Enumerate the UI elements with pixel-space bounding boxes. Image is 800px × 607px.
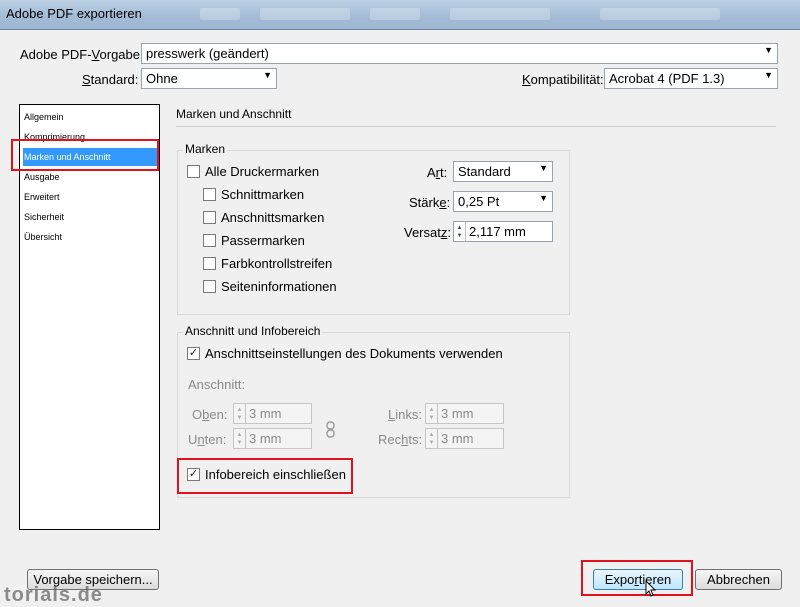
spin-arrows-icon[interactable]: ▲ ▼ (454, 222, 466, 241)
bleed-bottom-label: Unten: (188, 432, 227, 447)
checkbox-box[interactable] (203, 257, 216, 270)
bleed-top-label: Oben: (192, 407, 228, 422)
preset-select[interactable]: presswerk (geändert) ▼ (141, 43, 778, 64)
titlebar-ghost-tab (370, 8, 420, 20)
titlebar-ghost-tab (260, 8, 350, 20)
panel-title: Marken und Anschnitt (176, 107, 292, 121)
cursor-icon-graphic (645, 579, 657, 597)
bleed-bottom-stepper[interactable]: ▲ ▼ 3 mm (233, 428, 312, 449)
chain-link-icon-graphic (326, 421, 335, 438)
checkbox-box[interactable]: ✓ (187, 347, 200, 360)
sidebar-item-marken-und-anschnitt[interactable]: Marken und Anschnitt (23, 148, 157, 166)
checkbox-box[interactable] (203, 188, 216, 201)
sidebar-item-uebersicht[interactable]: Übersicht (23, 228, 157, 246)
chevron-down-icon: ▼ (764, 45, 773, 55)
standard-value: Ohne (146, 71, 178, 86)
bleed-right-stepper[interactable]: ▲ ▼ 3 mm (425, 428, 504, 449)
weight-label: Stärke: (409, 195, 451, 210)
marks-group-title: Marken (183, 142, 228, 156)
sidebar: Allgemein Komprimierung Marken und Ansch… (19, 104, 160, 530)
cancel-button[interactable]: Abbrechen (695, 569, 782, 590)
bleed-left-label: Links: (388, 407, 422, 422)
offset-stepper[interactable]: ▲ ▼ 2,117 mm (453, 221, 553, 242)
type-label: Art: (427, 165, 448, 180)
checkbox-registration-marks[interactable]: Passermarken (203, 233, 305, 248)
spin-arrows-icon[interactable]: ▲ ▼ (426, 404, 438, 423)
bleed-group-title: Anschnitt und Infobereich (183, 324, 323, 338)
checkbox-page-info[interactable]: Seiteninformationen (203, 279, 337, 294)
sidebar-item-komprimierung[interactable]: Komprimierung (23, 128, 157, 146)
checkbox-bleed-marks[interactable]: Anschnittsmarken (203, 210, 324, 225)
compat-label: Kompatibilität: (522, 72, 604, 87)
export-button[interactable]: Exportieren (593, 569, 683, 590)
checkbox-box[interactable] (203, 280, 216, 293)
sidebar-item-ausgabe[interactable]: Ausgabe (23, 168, 157, 186)
checkbox-all-marks[interactable]: Alle Druckermarken (187, 164, 319, 179)
chevron-down-icon: ▼ (539, 163, 548, 173)
sidebar-item-erweitert[interactable]: Erweitert (23, 188, 157, 206)
checkbox-include-slug[interactable]: ✓ Infobereich einschließen (187, 467, 346, 482)
compat-value: Acrobat 4 (PDF 1.3) (609, 71, 725, 86)
bleed-right-label: Rechts: (378, 432, 423, 447)
window-title: Adobe PDF exportieren (6, 6, 142, 21)
bleed-left-stepper[interactable]: ▲ ▼ 3 mm (425, 403, 504, 424)
title-bar: Adobe PDF exportieren (0, 0, 800, 30)
spin-arrows-icon[interactable]: ▲ ▼ (234, 404, 246, 423)
checkbox-box[interactable] (203, 234, 216, 247)
bleed-label: Anschnitt: (188, 377, 246, 392)
standard-select[interactable]: Ohne ▼ (141, 68, 277, 89)
checkbox-crop-marks[interactable]: Schnittmarken (203, 187, 304, 202)
chevron-down-icon: ▼ (539, 193, 548, 203)
sidebar-item-sicherheit[interactable]: Sicherheit (23, 208, 157, 226)
preset-value: presswerk (geändert) (146, 46, 269, 61)
weight-select[interactable]: 0,25 Pt ▼ (453, 191, 553, 212)
bleed-top-stepper[interactable]: ▲ ▼ 3 mm (233, 403, 312, 424)
spin-arrows-icon[interactable]: ▲ ▼ (426, 429, 438, 448)
titlebar-ghost-tab (200, 8, 240, 20)
checkbox-box[interactable] (187, 165, 200, 178)
titlebar-ghost-tab (450, 8, 550, 20)
sidebar-item-allgemein[interactable]: Allgemein (23, 108, 157, 126)
checkbox-color-bars[interactable]: Farbkontrollstreifen (203, 256, 332, 271)
checkbox-box[interactable]: ✓ (187, 468, 200, 481)
chevron-down-icon: ▼ (263, 70, 272, 80)
cursor-icon (645, 579, 657, 598)
offset-label: Versatz: (404, 225, 451, 240)
chevron-down-icon: ▼ (764, 70, 773, 80)
standard-label: Standard: (82, 72, 139, 87)
spin-arrows-icon[interactable]: ▲ ▼ (234, 429, 246, 448)
checkbox-use-document-bleed[interactable]: ✓ Anschnittseinstellungen des Dokuments … (187, 346, 503, 361)
preset-label: Adobe PDF-Vorgabe: (20, 47, 144, 62)
chain-link-icon[interactable] (326, 421, 335, 438)
checkbox-box[interactable] (203, 211, 216, 224)
titlebar-ghost-tab (600, 8, 720, 20)
panel-title-divider (176, 126, 776, 127)
watermark-text: torials.de (4, 584, 103, 606)
type-select[interactable]: Standard ▼ (453, 161, 553, 182)
compat-select[interactable]: Acrobat 4 (PDF 1.3) ▼ (604, 68, 778, 89)
